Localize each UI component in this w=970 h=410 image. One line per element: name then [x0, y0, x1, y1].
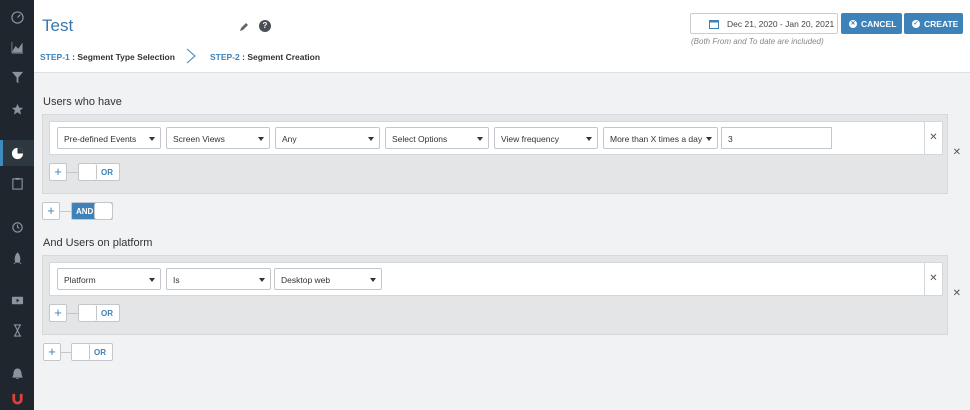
add-condition-button[interactable]: +	[49, 163, 67, 181]
add-group-button[interactable]: +	[42, 202, 60, 220]
chevron-right-icon	[186, 48, 196, 64]
caret-down-icon	[368, 137, 374, 141]
select-value: View frequency	[501, 134, 559, 144]
date-range-text: Dec 21, 2020 - Jan 20, 2021	[727, 19, 835, 29]
event-type-select[interactable]: Pre-defined Events	[57, 127, 161, 149]
remove-group-button[interactable]: ✕	[953, 288, 961, 299]
caret-down-icon	[149, 278, 155, 282]
cancel-button[interactable]: ✕ CANCEL	[841, 13, 902, 34]
or-toggle[interactable]: OR	[78, 163, 120, 181]
select-value: Any	[282, 134, 297, 144]
and-toggle[interactable]: AND	[71, 202, 113, 220]
remove-condition-button[interactable]: ✕	[924, 122, 942, 154]
dashboard-icon[interactable]	[7, 7, 27, 27]
pie-chart-icon[interactable]	[7, 143, 27, 163]
select-value: More than X times a day	[610, 134, 703, 144]
select-value: Is	[173, 275, 180, 285]
step-number: STEP-2	[210, 52, 240, 62]
or-toggle[interactable]: OR	[78, 304, 120, 322]
remove-condition-button[interactable]: ✕	[924, 263, 942, 295]
pencil-icon[interactable]	[239, 22, 249, 32]
remove-group-button[interactable]: ✕	[953, 147, 961, 158]
value-input[interactable]: 3	[721, 127, 832, 149]
caret-down-icon	[706, 137, 712, 141]
step-1[interactable]: STEP-1 : Segment Type Selection	[40, 52, 175, 62]
platform-operator-select[interactable]: Is	[166, 268, 271, 290]
step-number: STEP-1	[40, 52, 70, 62]
add-group-button[interactable]: +	[43, 343, 61, 361]
platform-field-select[interactable]: Platform	[57, 268, 161, 290]
caret-down-icon	[259, 278, 265, 282]
magnet-icon[interactable]	[7, 388, 27, 408]
section-title-users-on-platform: And Users on platform	[43, 237, 153, 249]
platform-value-select[interactable]: Desktop web	[274, 268, 382, 290]
video-icon[interactable]	[7, 290, 27, 310]
section-title-users-who-have: Users who have	[43, 96, 122, 108]
toggle-label: OR	[101, 309, 113, 318]
condition-row: Pre-defined Events Screen Views Any Sele…	[49, 121, 943, 155]
condition-row: Platform Is Desktop web ✕	[49, 262, 943, 296]
toggle-label: AND	[76, 207, 94, 216]
event-select[interactable]: Screen Views	[166, 127, 270, 149]
toggle-knob	[79, 305, 97, 321]
rocket-icon[interactable]	[7, 248, 27, 268]
page-header: Test ? Dec 21, 2020 - Jan 20, 2021 (Both…	[34, 0, 970, 73]
funnel-icon[interactable]	[7, 67, 27, 87]
caret-down-icon	[477, 137, 483, 141]
date-range-note: (Both From and To date are included)	[691, 37, 824, 46]
toggle-knob	[79, 164, 97, 180]
cancel-label: CANCEL	[861, 18, 897, 29]
help-icon[interactable]: ?	[259, 20, 271, 32]
chart-icon[interactable]	[7, 37, 27, 57]
metric-select[interactable]: View frequency	[494, 127, 598, 149]
create-button[interactable]: ✓ CREATE	[904, 13, 963, 34]
toggle-knob	[72, 344, 90, 360]
calendar-icon	[709, 20, 719, 29]
input-value: 3	[728, 134, 733, 144]
caret-down-icon	[586, 137, 592, 141]
caret-down-icon	[258, 137, 264, 141]
step-2[interactable]: STEP-2 : Segment Creation	[210, 52, 320, 62]
sidebar	[0, 0, 34, 410]
screen-select[interactable]: Any	[275, 127, 380, 149]
select-value: Platform	[64, 275, 96, 285]
toggle-label: OR	[101, 168, 113, 177]
hourglass-icon[interactable]	[7, 320, 27, 340]
bell-icon[interactable]	[7, 364, 27, 384]
operator-select[interactable]: More than X times a day	[603, 127, 718, 149]
check-circle-icon: ✓	[912, 19, 920, 28]
page-title: Test	[42, 16, 74, 35]
toggle-label: OR	[94, 348, 106, 357]
outer-or-toggle[interactable]: OR	[71, 343, 113, 361]
add-condition-button[interactable]: +	[49, 304, 67, 322]
step-label: : Segment Creation	[239, 52, 321, 62]
star-icon[interactable]	[7, 99, 27, 119]
caret-down-icon	[149, 137, 155, 141]
clipboard-icon[interactable]	[7, 173, 27, 193]
select-value: Screen Views	[173, 134, 225, 144]
select-placeholder: Select Options	[392, 134, 448, 144]
step-label: : Segment Type Selection	[69, 52, 175, 62]
select-value: Desktop web	[281, 275, 331, 285]
toggle-knob	[94, 203, 112, 219]
options-select[interactable]: Select Options	[385, 127, 489, 149]
select-value: Pre-defined Events	[64, 134, 137, 144]
alarm-icon[interactable]	[7, 216, 27, 236]
condition-group: Pre-defined Events Screen Views Any Sele…	[42, 114, 961, 194]
create-label: CREATE	[924, 18, 959, 29]
caret-down-icon	[370, 278, 376, 282]
platform-condition-group: Platform Is Desktop web ✕ + OR ✕	[42, 255, 961, 335]
close-circle-icon: ✕	[849, 19, 857, 28]
date-range-picker[interactable]: Dec 21, 2020 - Jan 20, 2021	[690, 13, 838, 34]
